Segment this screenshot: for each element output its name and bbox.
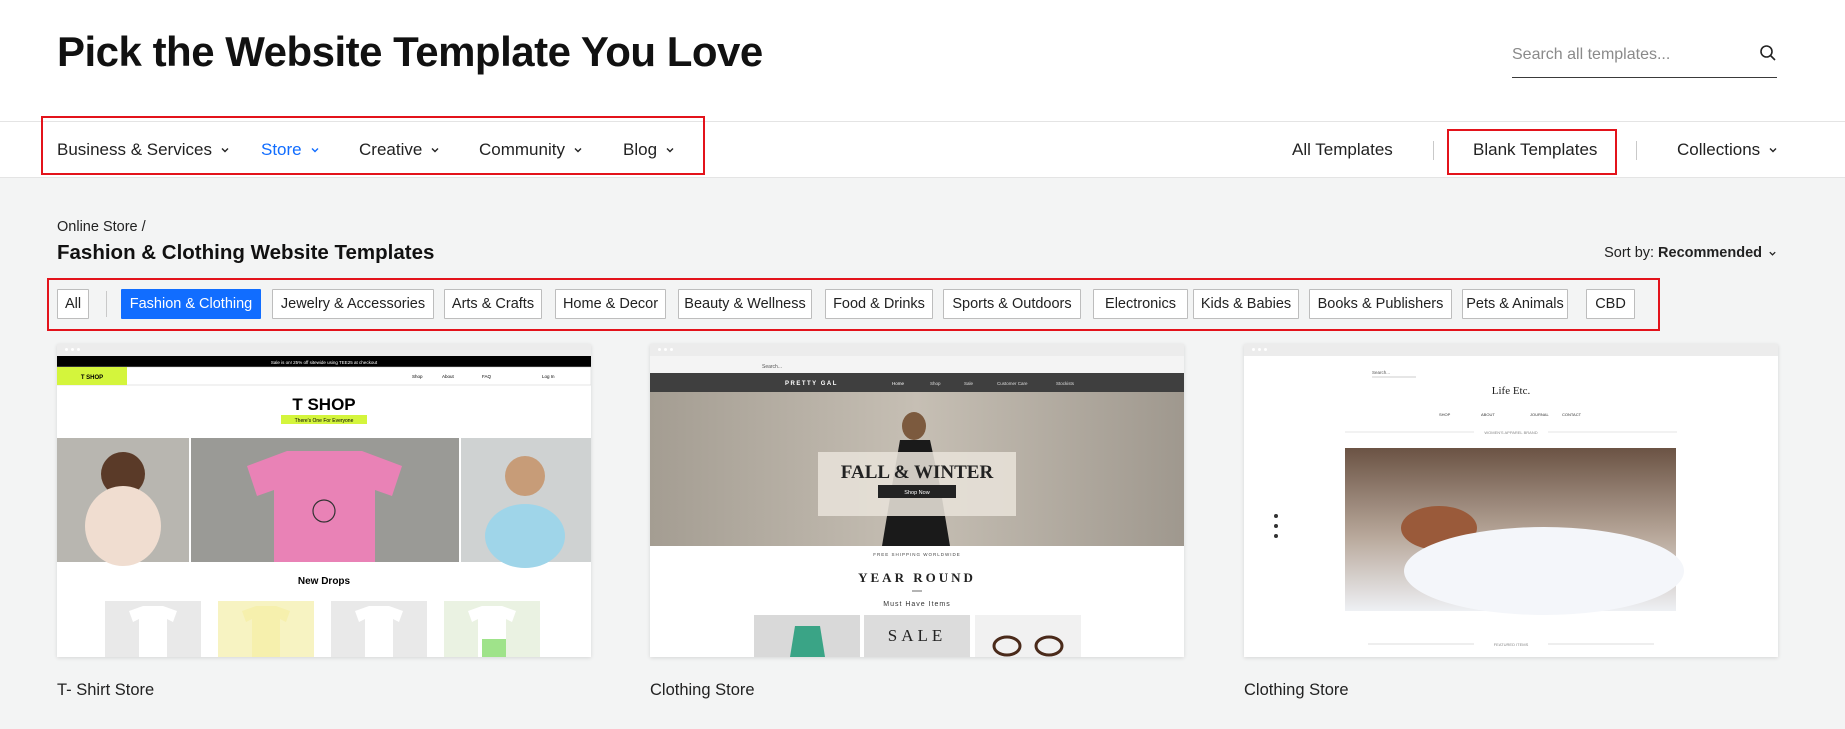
- chevron-down-icon: [666, 148, 674, 153]
- preview-menu-item: SHOP: [1439, 412, 1451, 417]
- preview-featured: FEATURED ITEMS: [1494, 642, 1529, 647]
- filter-chip-kids-babies[interactable]: Kids & Babies: [1193, 289, 1299, 319]
- filter-chip-pets-animals[interactable]: Pets & Animals: [1462, 289, 1568, 319]
- template-card[interactable]: Sale is on! 25% off sitewide using TEE25…: [57, 344, 591, 700]
- nav-creative[interactable]: Creative: [359, 122, 440, 178]
- section-title: Fashion & Clothing Website Templates: [57, 241, 435, 264]
- filter-chip-cbd[interactable]: CBD: [1586, 289, 1635, 319]
- preview-tagline: WOMEN'S APPAREL BRAND: [1484, 430, 1537, 435]
- breadcrumb[interactable]: Online Store /: [57, 219, 146, 235]
- sort-label: Sort by:: [1604, 245, 1655, 261]
- template-card[interactable]: Search... PRETTY GAL Home Shop Sale Cust…: [650, 344, 1184, 700]
- preview-menu-item: CONTACT: [1562, 412, 1582, 417]
- preview-shipping: FREE SHIPPING WORLDWIDE: [873, 552, 961, 557]
- template-preview[interactable]: Search... PRETTY GAL Home Shop Sale Cust…: [650, 344, 1184, 657]
- preview-hero-button: Shop Now: [904, 490, 929, 496]
- nav-blank-templates[interactable]: Blank Templates: [1473, 122, 1597, 178]
- template-preview[interactable]: Search... Life Etc. SHOP ABOUT JOURNAL C…: [1244, 344, 1778, 657]
- chevron-down-icon: [574, 148, 582, 153]
- nav-store-label: Store: [261, 140, 302, 159]
- preview-menu-item: Shop: [412, 374, 423, 379]
- search-icon[interactable]: [1759, 44, 1777, 62]
- browser-bar: [57, 344, 591, 356]
- template-name[interactable]: Clothing Store: [1244, 681, 1778, 700]
- preview-logo: T SHOP: [81, 375, 103, 381]
- preview-section: New Drops: [298, 576, 351, 587]
- preview-menu-item: Shop: [930, 381, 941, 386]
- nav-blank-templates-label: Blank Templates: [1473, 140, 1598, 159]
- preview-hero-title: T SHOP: [292, 395, 355, 414]
- preview-menu-item: Home: [892, 381, 905, 386]
- filter-divider: [106, 291, 107, 317]
- nav-community[interactable]: Community: [479, 122, 583, 178]
- template-preview[interactable]: Sale is on! 25% off sitewide using TEE25…: [57, 344, 591, 657]
- template-card[interactable]: Search... Life Etc. SHOP ABOUT JOURNAL C…: [1244, 344, 1778, 700]
- preview-brand: Life Etc.: [1492, 385, 1531, 397]
- top-header: Pick the Website Template You Love: [0, 0, 1845, 122]
- pretty-gal-preview: Search... PRETTY GAL Home Shop Sale Cust…: [650, 356, 1184, 657]
- template-name[interactable]: Clothing Store: [650, 681, 1184, 700]
- nav-divider: [1433, 141, 1434, 160]
- nav-store[interactable]: Store: [261, 122, 320, 178]
- chevron-down-icon: [431, 148, 439, 153]
- nav-all-templates-label: All Templates: [1292, 140, 1393, 159]
- sort-dropdown[interactable]: Sort by: Recommended: [1604, 245, 1777, 261]
- filter-chip-electronics[interactable]: Electronics: [1093, 289, 1188, 319]
- filter-chip-books-publishers[interactable]: Books & Publishers: [1309, 289, 1452, 319]
- preview-menu-item: Log In: [542, 374, 555, 379]
- preview-menu-item: Customer Care: [997, 381, 1028, 386]
- preview-menu-item: Stockists: [1056, 381, 1075, 386]
- sort-value: Recommended: [1658, 245, 1762, 261]
- chevron-down-icon: [311, 148, 319, 153]
- nav-community-label: Community: [479, 140, 565, 159]
- search-input[interactable]: [1512, 42, 1742, 68]
- nav-creative-label: Creative: [359, 140, 423, 159]
- preview-section: YEAR ROUND: [858, 570, 976, 585]
- preview-menu-item: FAQ: [482, 374, 492, 379]
- page-title: Pick the Website Template You Love: [57, 28, 763, 75]
- preview-hero-sub: There's One For Everyone: [295, 418, 354, 424]
- filter-chip-home-decor[interactable]: Home & Decor: [555, 289, 666, 319]
- filter-chip-beauty-wellness[interactable]: Beauty & Wellness: [678, 289, 812, 319]
- filter-chip-food-drinks[interactable]: Food & Drinks: [825, 289, 933, 319]
- preview-menu-item: Sale: [964, 381, 974, 386]
- nav-collections[interactable]: Collections: [1677, 122, 1778, 178]
- nav-business-services[interactable]: Business & Services: [57, 122, 230, 178]
- filter-chip-fashion-clothing[interactable]: Fashion & Clothing: [121, 289, 261, 319]
- filter-chip-jewelry-accessories[interactable]: Jewelry & Accessories: [272, 289, 434, 319]
- chevron-down-icon: [1769, 251, 1776, 256]
- chevron-down-icon: [1769, 148, 1777, 153]
- chevron-down-icon: [221, 148, 229, 153]
- search-box[interactable]: [1512, 38, 1777, 78]
- filter-chip-arts-crafts[interactable]: Arts & Crafts: [444, 289, 542, 319]
- preview-search: Search...: [1372, 370, 1390, 375]
- preview-sale: SALE: [888, 626, 947, 645]
- nav-all-templates[interactable]: All Templates: [1292, 122, 1393, 178]
- nav-collections-label: Collections: [1677, 140, 1761, 159]
- nav-business-services-label: Business & Services: [57, 140, 212, 159]
- browser-bar: [1244, 344, 1778, 356]
- preview-search: Search...: [762, 364, 782, 370]
- preview-promo: Sale is on! 25% off sitewide using TEE25…: [271, 360, 378, 365]
- template-name[interactable]: T- Shirt Store: [57, 681, 591, 700]
- filter-chip-sports-outdoors[interactable]: Sports & Outdoors: [943, 289, 1081, 319]
- browser-bar: [650, 344, 1184, 356]
- preview-menu-item: About: [442, 374, 455, 379]
- preview-menu-item: JOURNAL: [1530, 412, 1549, 417]
- nav-blog[interactable]: Blog: [623, 122, 675, 178]
- category-nav: Business & Services Store Creative Commu…: [0, 122, 1845, 178]
- nav-divider: [1636, 141, 1637, 160]
- tshirt-store-preview: Sale is on! 25% off sitewide using TEE25…: [57, 356, 591, 657]
- preview-hero-title: FALL & WINTER: [841, 462, 994, 483]
- preview-brand: PRETTY GAL: [785, 381, 838, 387]
- life-etc-preview: Search... Life Etc. SHOP ABOUT JOURNAL C…: [1274, 370, 1684, 647]
- nav-blog-label: Blog: [623, 140, 658, 159]
- preview-menu-item: ABOUT: [1481, 412, 1495, 417]
- preview-section-sub: Must Have Items: [883, 601, 951, 608]
- filter-chip-all[interactable]: All: [57, 289, 89, 319]
